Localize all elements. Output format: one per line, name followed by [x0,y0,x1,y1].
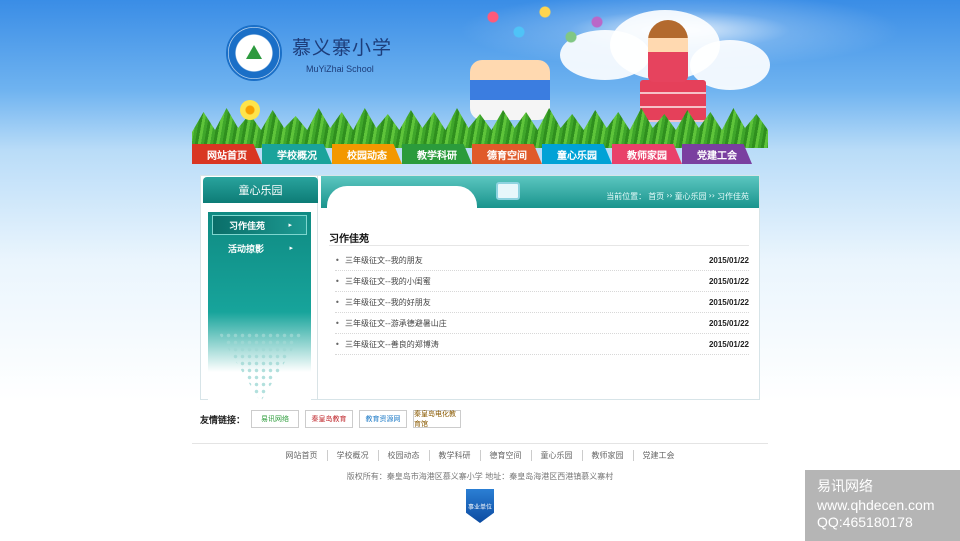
friend-links-label: 友情链接： [200,415,246,426]
article-date: 2015/01/22 [708,318,749,328]
footer-nav-link[interactable]: 教学科研 [430,450,481,461]
article-date: 2015/01/22 [708,297,749,307]
dots-decoration [218,332,303,402]
nav-item[interactable]: 网站首页 [192,144,262,164]
article-date: 2015/01/22 [708,339,749,349]
footer-nav-link[interactable]: 学校概况 [328,450,379,461]
nav-item[interactable]: 德育空间 [472,144,542,164]
bullet-icon: • [335,297,340,307]
friend-links: 友情链接： 易讯网络 秦皇岛教育 教育资源网 秦皇岛电化教育馆 [200,409,462,429]
flower-icon [240,100,260,120]
watermark-line3: QQ:465180178 [817,514,913,530]
school-emblem-icon [226,25,282,81]
sidebar-menu: 习作佳苑 ▸ 活动掠影 ▸ [208,212,311,402]
sidebar-menu-label: 习作佳苑 [229,221,266,232]
article-title[interactable]: 三年级征文--我的朋友 [345,255,709,266]
article-title[interactable]: 三年级征文--善良的郑博涛 [345,339,709,350]
sidebar-menu-label: 活动掠影 [228,244,265,255]
article-row[interactable]: • 三年级征文--我的小闺蜜 2015/01/22 [335,271,749,292]
girl-reading-illustration [648,20,688,82]
bullet-icon: • [335,318,340,328]
books-illustration [640,80,706,122]
nav-item[interactable]: 党建工会 [682,144,752,164]
friend-link[interactable]: 教育资源网 [359,410,408,428]
bullet-icon: • [335,255,340,265]
school-name-en: MuYiZhai School [306,63,374,74]
kids-illustration [470,60,550,120]
footer-nav-link[interactable]: 党建工会 [634,450,684,461]
main-nav: 网站首页 学校概况 校园动态 教学科研 德育空间 童心乐园 教师家园 党建工会 [192,144,768,164]
footer-nav-link[interactable]: 德育空间 [481,450,532,461]
school-name: 慕义寨小学 MuYiZhai School [292,33,392,74]
breadcrumb-section-link[interactable]: 童心乐园 [675,191,707,202]
article-date: 2015/01/22 [708,276,749,286]
article-title[interactable]: 三年级征文--我的好朋友 [345,297,709,308]
footer-nav: 网站首页 学校概况 校园动态 教学科研 德育空间 童心乐园 教师家园 党建工会 [0,450,960,461]
section-title: 习作佳苑 [329,230,749,246]
arrow-right-icon: ▸ [288,221,292,229]
public-institution-badge[interactable]: 事业单位 [466,489,494,523]
footer-nav-link[interactable]: 网站首页 [277,450,328,461]
main-content: 童心乐园 习作佳苑 ▸ 活动掠影 ▸ 当前位置： 首页 ›› 童心乐园 ›› 习作佳苑… [200,175,760,402]
nav-item[interactable]: 学校概况 [262,144,332,164]
article-date: 2015/01/22 [708,255,749,265]
school-name-cn: 慕义寨小学 [292,36,393,59]
toys-illustration [480,2,610,52]
breadcrumb-prefix: 当前位置： [606,192,647,201]
footer-nav-link[interactable]: 校园动态 [379,450,430,461]
sidebar-title: 童心乐园 [203,177,318,203]
breadcrumb-current: 习作佳苑 [717,192,749,201]
bullet-icon: • [335,339,340,349]
article-title[interactable]: 三年级征文--我的小闺蜜 [345,276,709,287]
nav-item[interactable]: 校园动态 [332,144,402,164]
article-row[interactable]: • 三年级征文--我的好朋友 2015/01/22 [335,292,749,313]
nav-item[interactable]: 教师家园 [612,144,682,164]
badge-label: 事业单位 [467,503,492,511]
friend-link[interactable]: 易讯网络 [251,410,300,428]
arrow-right-icon: ▸ [289,244,293,252]
bullet-icon: • [335,276,340,286]
watermark-line1: 易讯网络 [817,478,873,494]
watermark: 易讯网络 www.qhdecen.com QQ:465180178 [805,470,960,541]
content-panel: 当前位置： 首页 ›› 童心乐园 ›› 习作佳苑 习作佳苑 • 三年级征文--我的… [321,176,759,399]
breadcrumb-home-link[interactable]: 首页 [648,191,664,202]
sidebar: 童心乐园 习作佳苑 ▸ 活动掠影 ▸ [201,176,318,402]
header-banner [0,0,960,150]
article-row[interactable]: • 三年级征文--游承德避暑山庄 2015/01/22 [335,313,749,334]
nav-item[interactable]: 教学科研 [402,144,472,164]
cloud-decoration [327,186,477,208]
sidebar-menu-item[interactable]: 活动掠影 ▸ [212,238,307,258]
breadcrumb: 当前位置： 首页 ›› 童心乐园 ›› 习作佳苑 [606,191,749,202]
article-list: • 三年级征文--我的朋友 2015/01/22 • 三年级征文--我的小闺蜜 2015/… [335,250,749,355]
footer-nav-link[interactable]: 教师家园 [583,450,634,461]
article-row[interactable]: • 三年级征文--我的朋友 2015/01/22 [335,250,749,271]
watermark-line2: www.qhdecen.com [817,497,935,513]
friend-link[interactable]: 秦皇岛教育 [305,410,354,428]
breadcrumb-separator: ›› [708,191,715,200]
computer-icon [496,182,520,200]
school-logo-block[interactable]: 慕义寨小学 MuYiZhai School [226,25,392,81]
footer-divider [192,443,768,444]
footer-nav-link[interactable]: 童心乐园 [532,450,583,461]
article-title[interactable]: 三年级征文--游承德避暑山庄 [345,318,709,329]
nav-item[interactable]: 童心乐园 [542,144,612,164]
sidebar-menu-item[interactable]: 习作佳苑 ▸ [212,215,307,235]
friend-link[interactable]: 秦皇岛电化教育馆 [413,410,462,428]
breadcrumb-separator: ›› [666,191,673,200]
content-header: 当前位置： 首页 ›› 童心乐园 ›› 习作佳苑 [321,176,759,208]
article-row[interactable]: • 三年级征文--善良的郑博涛 2015/01/22 [335,334,749,355]
